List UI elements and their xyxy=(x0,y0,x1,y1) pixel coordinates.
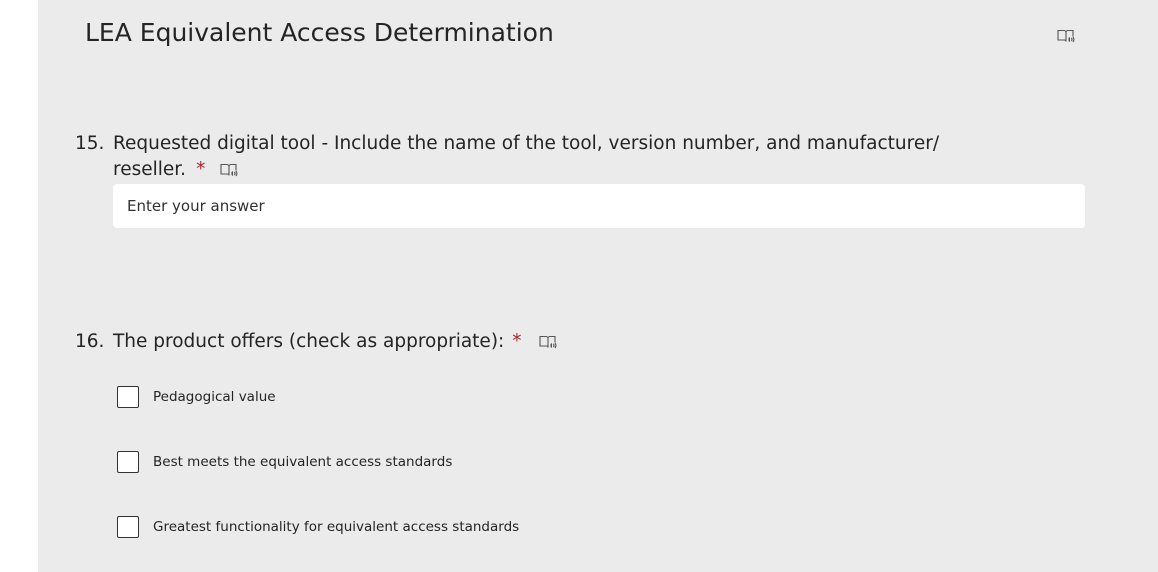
question-16-text: The product offers (check as appropriate… xyxy=(113,331,505,352)
required-asterisk: * xyxy=(512,331,522,352)
immersive-reader-button-q15[interactable] xyxy=(219,161,239,179)
option-label: Best meets the equivalent access standar… xyxy=(153,454,453,470)
question-15-text-line2: reseller. xyxy=(113,159,187,180)
checkbox[interactable] xyxy=(117,451,139,473)
question-16-number: 16. xyxy=(75,331,105,352)
checkbox[interactable] xyxy=(117,516,139,538)
immersive-reader-icon xyxy=(220,163,238,177)
option-pedagogical-value[interactable]: Pedagogical value xyxy=(117,386,276,408)
required-asterisk: * xyxy=(196,159,206,180)
question-16-text-row: The product offers (check as appropriate… xyxy=(113,329,1013,355)
option-best-meets-standards[interactable]: Best meets the equivalent access standar… xyxy=(117,451,452,473)
question-15-text-line1: Requested digital tool - Include the nam… xyxy=(113,133,940,154)
section-title: LEA Equivalent Access Determination xyxy=(85,18,554,47)
option-greatest-functionality[interactable]: Greatest functionality for equivalent ac… xyxy=(117,516,519,538)
option-label: Greatest functionality for equivalent ac… xyxy=(153,519,520,535)
question-15-number: 15. xyxy=(75,133,105,154)
immersive-reader-icon xyxy=(1057,29,1075,43)
immersive-reader-button-q16[interactable] xyxy=(538,333,558,351)
form-section-card xyxy=(38,0,1158,572)
immersive-reader-button-section[interactable] xyxy=(1056,27,1076,45)
option-label: Pedagogical value xyxy=(153,389,276,405)
question-15-answer-input[interactable] xyxy=(113,184,1085,228)
checkbox[interactable] xyxy=(117,386,139,408)
immersive-reader-icon xyxy=(538,335,556,349)
question-15-text-line2-row: reseller. * xyxy=(113,157,1013,183)
